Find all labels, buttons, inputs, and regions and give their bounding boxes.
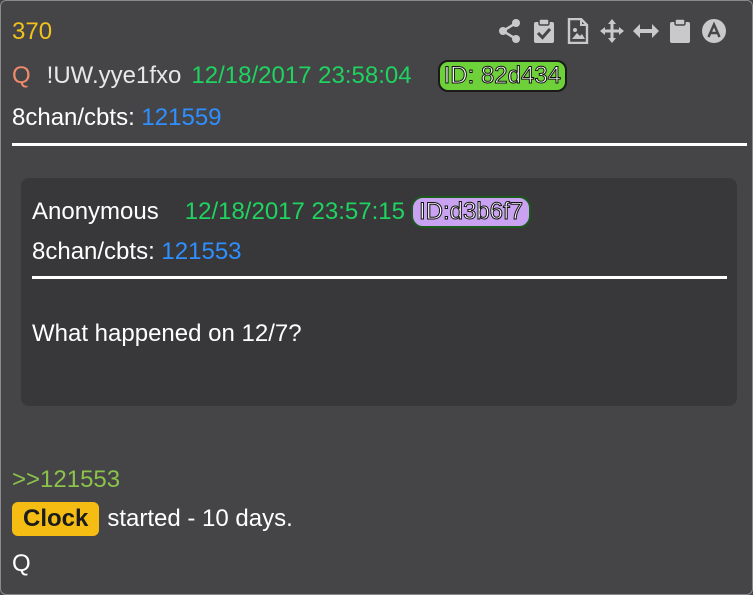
reply-reference-link[interactable]: >>121553 — [12, 466, 120, 494]
quoted-board-label: 8chan/cbts: — [32, 238, 155, 265]
quoted-board-post-link[interactable]: 121553 — [161, 238, 241, 265]
tripcode: !UW.yye1fxo — [46, 62, 182, 89]
clipboard-check-icon[interactable] — [530, 16, 558, 46]
clipboard-icon[interactable] — [666, 16, 694, 46]
quoted-text: What happened on 12/7? — [32, 320, 302, 347]
id-badge[interactable]: ID: 82d434 — [437, 60, 568, 92]
a-circle-icon[interactable] — [700, 16, 728, 46]
post-toolbar — [496, 16, 728, 46]
quoted-author: Anonymous — [32, 198, 159, 225]
board-post-link[interactable]: 121559 — [141, 104, 221, 131]
post-header: Q !UW.yye1fxo 12/18/2017 23:58:04 ID: 82… — [12, 60, 568, 92]
post-author: Q — [12, 62, 31, 89]
image-file-icon[interactable] — [564, 16, 592, 46]
post-body: Clock started - 10 days. — [12, 502, 293, 536]
highlight-word: Clock — [12, 502, 100, 536]
post-body-text: started - 10 days. — [107, 505, 293, 532]
post-number: 370 — [12, 18, 53, 45]
quoted-post-header: Anonymous 12/18/2017 23:57:15 ID:d3b6f7 — [32, 196, 532, 228]
post-timestamp: 12/18/2017 23:58:04 — [191, 62, 412, 89]
board-reference: 8chan/cbts: 121559 — [12, 104, 222, 132]
quoted-id-badge[interactable]: ID:d3b6f7 — [410, 196, 532, 228]
quoted-timestamp: 12/18/2017 23:57:15 — [184, 198, 405, 225]
horizontal-arrows-icon[interactable] — [632, 16, 660, 46]
quoted-board-reference: 8chan/cbts: 121553 — [32, 238, 242, 266]
quoted-post: Anonymous 12/18/2017 23:57:15 ID:d3b6f7 … — [21, 178, 737, 406]
header-divider — [12, 143, 747, 146]
share-icon[interactable] — [496, 16, 524, 46]
board-label: 8chan/cbts: — [12, 104, 135, 131]
quoted-divider — [32, 276, 727, 279]
move-icon[interactable] — [598, 16, 626, 46]
post-signature: Q — [12, 550, 31, 577]
